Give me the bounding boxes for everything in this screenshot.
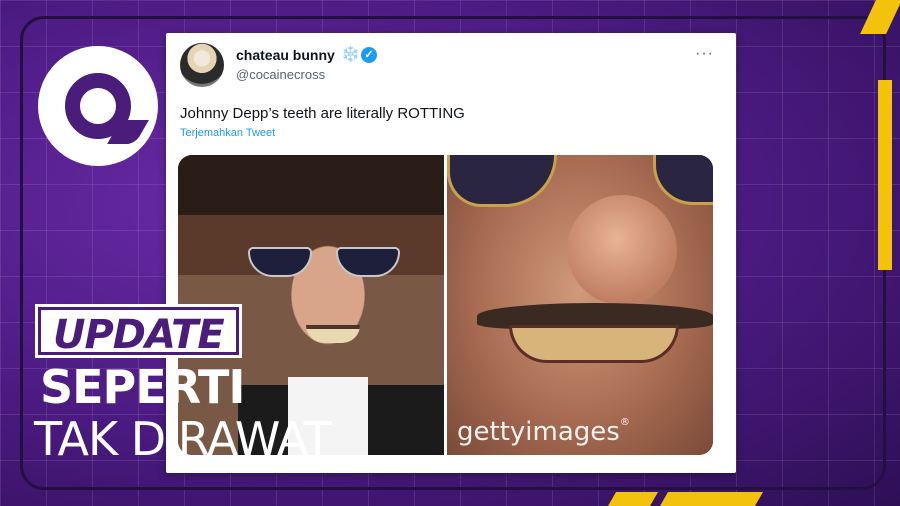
- gettyimages-watermark: gettyimages®: [457, 417, 630, 447]
- accent-stripe: [659, 492, 764, 506]
- watermark-mark: ®: [619, 417, 630, 428]
- sunglasses: [248, 247, 408, 277]
- user-handle[interactable]: @cocainecross: [236, 67, 325, 82]
- translate-tweet-link[interactable]: Terjemahkan Tweet: [180, 127, 275, 139]
- tweet-text: Johnny Depp’s teeth are literally ROTTIN…: [180, 105, 465, 122]
- lens-left: [248, 247, 312, 277]
- nose: [567, 195, 677, 305]
- channel-logo: [38, 46, 158, 166]
- tweet-card[interactable]: chateau bunny ❄️ ✓ @cocainecross ··· Joh…: [166, 33, 736, 473]
- accent-stripe: [607, 492, 659, 506]
- snowflake-icon: ❄️: [341, 46, 360, 63]
- smile: [306, 325, 360, 343]
- headline-line-1: SEPERTI: [40, 360, 246, 414]
- accent-stripe: [878, 80, 892, 270]
- lens-right: [336, 247, 400, 277]
- teeth-closeup: [509, 325, 679, 363]
- avatar[interactable]: [180, 43, 224, 87]
- sunglasses-lens-right: [653, 155, 713, 205]
- headline-line-2: TAK DIRAWAT: [34, 412, 332, 466]
- verified-badge-icon: ✓: [361, 47, 377, 63]
- media-photo-right[interactable]: gettyimages®: [447, 155, 713, 455]
- sunglasses-lens-left: [447, 155, 557, 207]
- display-name[interactable]: chateau bunny: [236, 47, 335, 63]
- tweet-media[interactable]: gettyimages®: [178, 155, 713, 455]
- watermark-text: gettyimages: [457, 417, 620, 447]
- update-badge: UPDATE: [35, 304, 242, 358]
- more-options-icon[interactable]: ···: [695, 45, 714, 63]
